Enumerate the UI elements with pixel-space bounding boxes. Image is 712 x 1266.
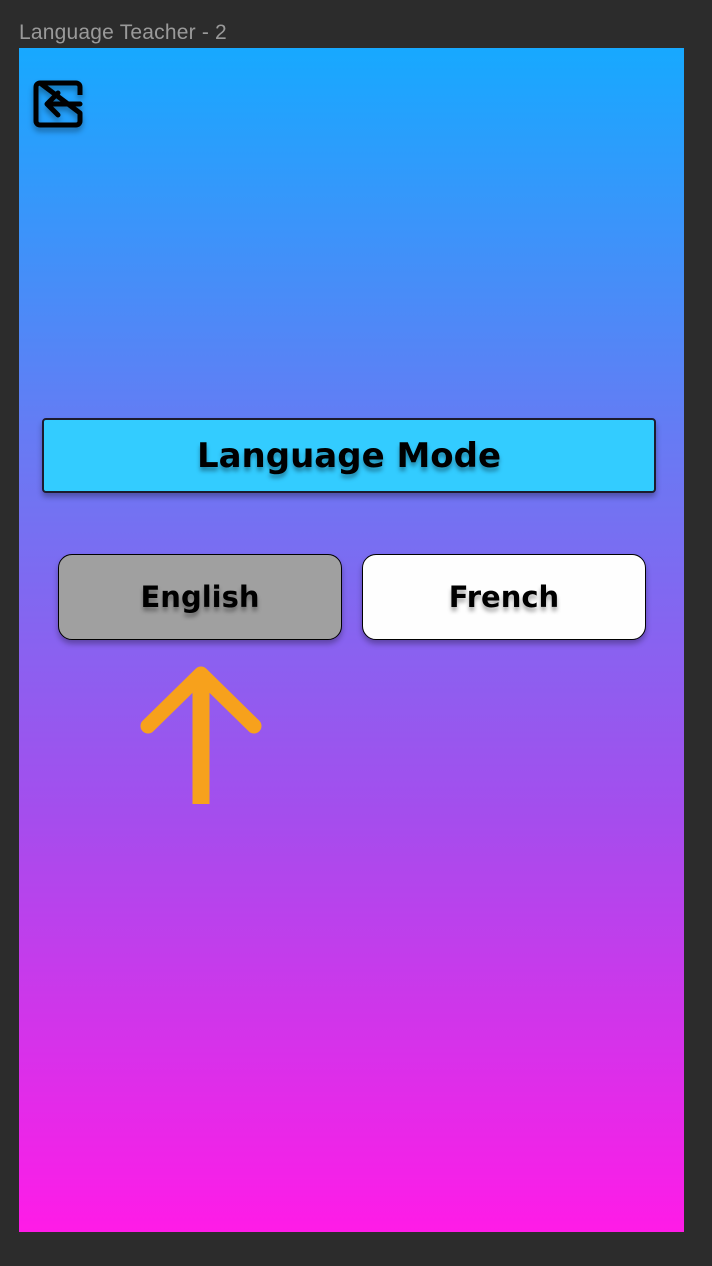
page-title: Language Mode: [196, 435, 502, 476]
frame-title: Language Teacher - 2: [19, 21, 227, 44]
back-button[interactable]: [31, 76, 87, 132]
french-button[interactable]: French: [362, 554, 646, 640]
app-screen: Language Mode English French: [19, 48, 684, 1232]
english-button[interactable]: English: [58, 554, 342, 640]
arrow-up-icon: [140, 666, 262, 804]
language-mode-header: Language Mode: [42, 418, 656, 493]
english-button-label: English: [140, 580, 260, 614]
exit-arrow-left-icon: [33, 80, 83, 128]
french-button-label: French: [448, 580, 560, 614]
